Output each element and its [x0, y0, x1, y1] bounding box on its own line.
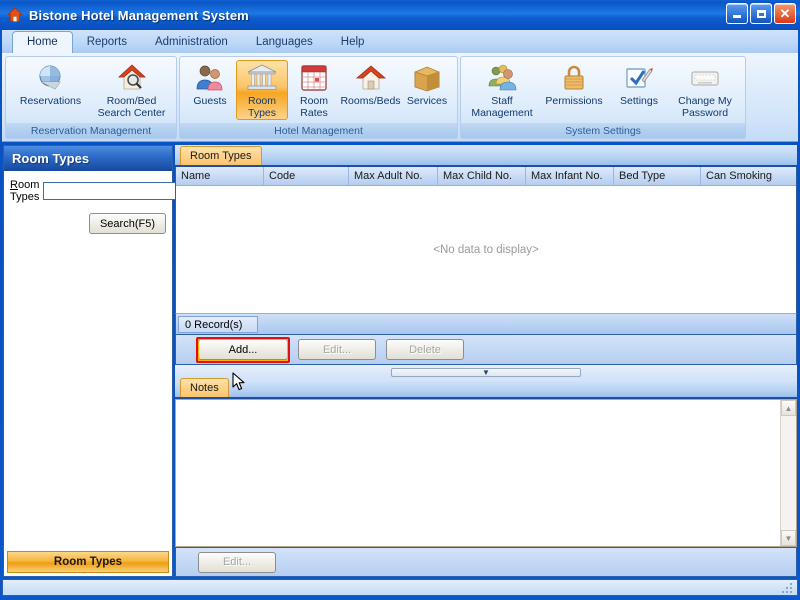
ribbon-button-permissions[interactable]: Permissions [539, 60, 609, 108]
room-types-search-input[interactable] [43, 182, 192, 200]
ribbon-button-services[interactable]: Services [401, 60, 453, 108]
application-window: Bistone Hotel Management System ✕ Home R… [0, 0, 800, 600]
search-field-row: Room Types [10, 179, 192, 203]
notes-editor[interactable]: ▲ ▼ [175, 399, 797, 547]
tab-home[interactable]: Home [12, 31, 73, 53]
ribbon-button-label: Rooms/Beds [340, 95, 401, 107]
scroll-down-icon[interactable]: ▼ [781, 530, 796, 546]
content-tab-strip: Room Types [175, 145, 797, 167]
tab-administration[interactable]: Administration [141, 32, 242, 53]
ribbon-toolbar: Reservations Room/Bed Search Center Rese… [2, 53, 798, 142]
add-button[interactable]: Add... [198, 339, 288, 360]
grid-column-max-infant-no[interactable]: Max Infant No. [526, 167, 614, 185]
grid-body: <No data to display> [176, 186, 796, 313]
edit-button[interactable]: Edit... [298, 339, 376, 360]
record-count-badge: 0 Record(s) [178, 315, 258, 333]
ribbon-button-room-bed-search-center[interactable]: Room/Bed Search Center [91, 60, 172, 119]
notes-vertical-scrollbar[interactable]: ▲ ▼ [780, 400, 796, 546]
notes-edit-button[interactable]: Edit... [198, 551, 276, 573]
ribbon-button-label: Change My Password [678, 95, 732, 119]
group-icon [486, 62, 518, 94]
menu-tab-strip: Home Reports Administration Languages He… [2, 30, 798, 53]
grid-empty-message: <No data to display> [433, 243, 539, 256]
grid-column-max-child-no[interactable]: Max Child No. [438, 167, 526, 185]
ribbon-group-reservation-management: Reservations Room/Bed Search Center Rese… [5, 56, 177, 139]
minimize-button[interactable] [726, 3, 748, 24]
scroll-up-icon[interactable]: ▲ [781, 400, 796, 416]
grid-header-row: Name Code Max Adult No. Max Child No. Ma… [176, 167, 796, 186]
ribbon-button-room-rates[interactable]: Room Rates [288, 60, 340, 119]
bank-building-icon [246, 62, 278, 94]
mouse-cursor [232, 372, 246, 392]
keyboard-icon [689, 62, 721, 94]
status-bar [2, 579, 798, 596]
ribbon-group-hotel-management: Guests Room Types Room Rates Rooms/Beds … [179, 56, 458, 139]
house-magnifier-icon [116, 62, 148, 94]
ribbon-button-label: Reservations [19, 95, 82, 107]
ribbon-button-label: Permissions [545, 95, 603, 107]
ribbon-button-guests[interactable]: Guests [184, 60, 236, 108]
tab-notes[interactable]: Notes [180, 378, 229, 397]
ribbon-button-staff-management[interactable]: Staff Management [465, 60, 539, 119]
tab-help[interactable]: Help [327, 32, 379, 53]
window-title: Bistone Hotel Management System [29, 7, 249, 23]
grid-column-bed-type[interactable]: Bed Type [614, 167, 701, 185]
house-icon [355, 62, 387, 94]
people-icon [194, 62, 226, 94]
notes-button-row: Edit... [175, 547, 797, 577]
search-field-label: Room Types [10, 179, 40, 203]
ribbon-button-label: Room Rates [299, 95, 328, 119]
maximize-button[interactable] [750, 3, 772, 24]
box-icon [411, 62, 443, 94]
grid-column-max-adult-no[interactable]: Max Adult No. [349, 167, 438, 185]
grid-status-row: 0 Record(s) [175, 313, 797, 335]
window-controls: ✕ [726, 3, 796, 24]
resize-grip-icon[interactable] [781, 581, 795, 594]
ribbon-group-title: Reservation Management [6, 123, 176, 138]
notes-text-area[interactable] [176, 400, 780, 546]
title-bar: Bistone Hotel Management System ✕ [0, 0, 800, 30]
sidebar-nav-room-types[interactable]: Room Types [7, 551, 169, 573]
search-button-row: Search(F5) [10, 213, 166, 234]
ribbon-button-reservations[interactable]: Reservations [10, 60, 91, 108]
notes-tab-strip: Notes [175, 378, 797, 399]
tab-languages[interactable]: Languages [242, 32, 327, 53]
ribbon-group-title: System Settings [461, 123, 745, 138]
ribbon-button-label: Room/Bed Search Center [97, 95, 166, 119]
ribbon-button-rooms-beds[interactable]: Rooms/Beds [340, 60, 401, 108]
sidebar-header: Room Types [4, 146, 172, 171]
ribbon-button-label: Room Types [247, 95, 276, 119]
room-types-grid: Name Code Max Adult No. Max Child No. Ma… [175, 167, 797, 313]
ribbon-button-label: Settings [620, 95, 658, 107]
sidebar-body: Room Types Search(F5) [4, 171, 192, 550]
grid-action-button-row: Add... Edit... Delete [175, 335, 797, 365]
calendar-icon [298, 62, 330, 94]
ribbon-group-system-settings: Staff Management Permissions Settings Ch… [460, 56, 746, 139]
app-house-icon [6, 7, 24, 23]
padlock-icon [558, 62, 590, 94]
globe-icon [35, 62, 67, 94]
sidebar-footer: Room Types [4, 550, 172, 576]
splitter-collapse-handle[interactable]: ▼ [391, 367, 581, 377]
ribbon-button-change-my-password[interactable]: Change My Password [669, 60, 741, 119]
sidebar-panel: Room Types Room Types Search(F5) Room Ty… [3, 145, 192, 577]
grid-column-code[interactable]: Code [264, 167, 349, 185]
ribbon-button-label: Staff Management [471, 95, 533, 119]
tab-reports[interactable]: Reports [73, 32, 141, 53]
checkbox-pen-icon [623, 62, 655, 94]
grid-column-name[interactable]: Name [176, 167, 264, 185]
ribbon-button-settings[interactable]: Settings [609, 60, 669, 108]
grid-column-can-smoking[interactable]: Can Smoking [701, 167, 795, 185]
panel-splitter[interactable]: ▼ [175, 365, 797, 379]
delete-button[interactable]: Delete [386, 339, 464, 360]
ribbon-button-label: Services [406, 95, 448, 107]
ribbon-button-room-types[interactable]: Room Types [236, 60, 288, 120]
search-button[interactable]: Search(F5) [88, 213, 166, 234]
ribbon-group-title: Hotel Management [180, 123, 457, 138]
main-panel: Room Types Name Code Max Adult No. Max C… [175, 145, 797, 577]
ribbon-button-label: Guests [193, 95, 227, 107]
tab-room-types[interactable]: Room Types [180, 146, 262, 165]
close-button[interactable]: ✕ [774, 3, 796, 24]
chevron-down-icon: ▼ [482, 367, 490, 377]
